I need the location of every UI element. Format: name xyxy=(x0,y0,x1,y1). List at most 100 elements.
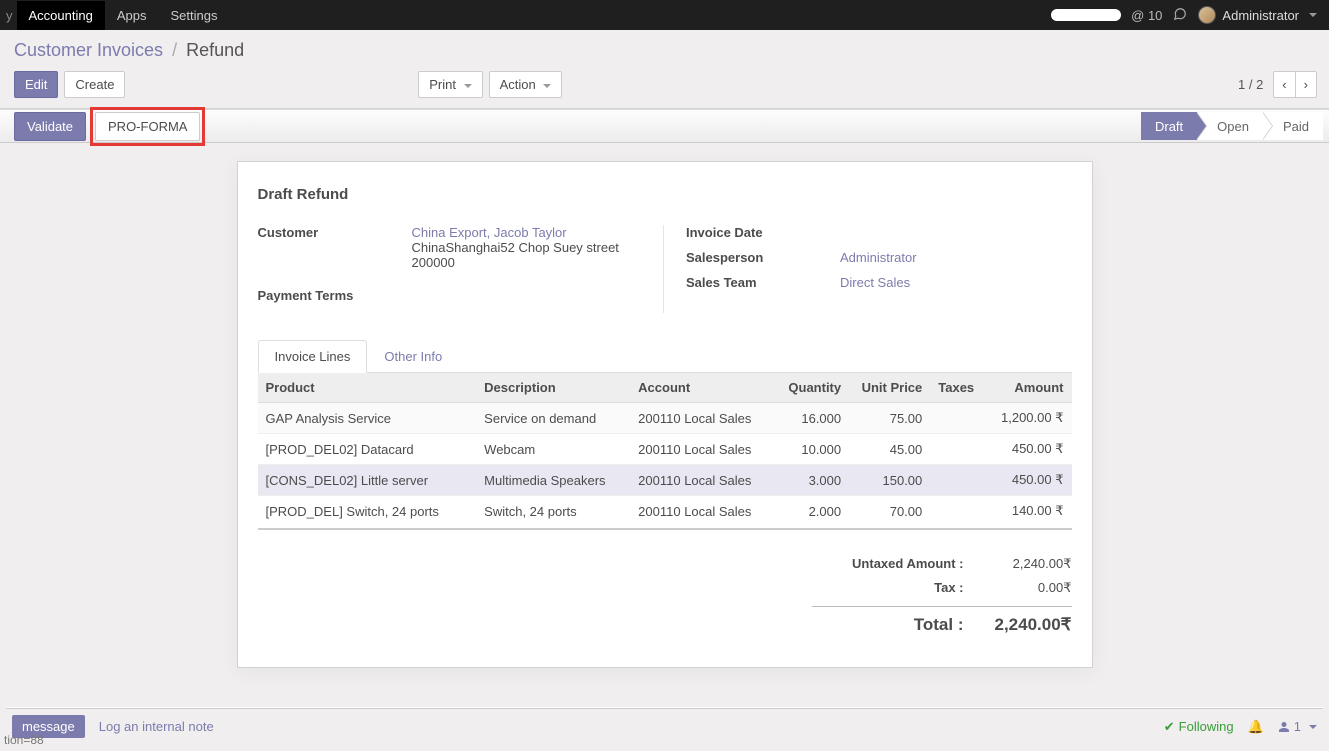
table-row[interactable]: GAP Analysis ServiceService on demand200… xyxy=(258,403,1072,434)
customer-link[interactable]: China Export, Jacob Taylor xyxy=(412,225,644,240)
breadcrumb-current: Refund xyxy=(186,40,244,60)
main-menu: Accounting Apps Settings xyxy=(17,1,230,30)
cell-account: 200110 Local Sales xyxy=(630,465,776,496)
cell-amount: 450.00 ₹ xyxy=(982,465,1071,496)
cell-quantity: 3.000 xyxy=(776,465,849,496)
create-button[interactable]: Create xyxy=(64,71,125,98)
label-sales-team: Sales Team xyxy=(686,275,840,290)
page-title: Draft Refund xyxy=(258,186,1072,203)
status-arrows: Draft Open Paid xyxy=(1141,112,1323,140)
control-panel: Customer Invoices / Refund Edit Create P… xyxy=(0,30,1329,109)
cell-account: 200110 Local Sales xyxy=(630,434,776,465)
th-taxes[interactable]: Taxes xyxy=(930,373,982,403)
nav-progress-pill xyxy=(1051,9,1121,21)
form-sheet-container: Draft Refund Customer China Export, Jaco… xyxy=(0,143,1329,708)
tab-other-info[interactable]: Other Info xyxy=(367,340,459,373)
label-payment-terms: Payment Terms xyxy=(258,288,412,303)
menu-settings[interactable]: Settings xyxy=(158,1,229,30)
cell-account: 200110 Local Sales xyxy=(630,403,776,434)
tabs: Invoice Lines Other Info xyxy=(258,339,1072,373)
cell-description: Switch, 24 ports xyxy=(476,496,630,527)
th-amount[interactable]: Amount xyxy=(982,373,1071,403)
status-bar: Validate PRO-FORMA Draft Open Paid xyxy=(0,109,1329,143)
top-navbar: y Accounting Apps Settings @ 10 Administ… xyxy=(0,0,1329,30)
status-bar-text: tion=88 xyxy=(4,733,44,747)
cell-product: [PROD_DEL] Switch, 24 ports xyxy=(258,496,477,527)
breadcrumb: Customer Invoices / Refund xyxy=(14,40,244,61)
cell-quantity: 10.000 xyxy=(776,434,849,465)
cell-unit_price: 150.00 xyxy=(849,465,930,496)
proforma-button[interactable]: PRO-FORMA xyxy=(95,112,200,141)
label-customer: Customer xyxy=(258,225,412,270)
action-button[interactable]: Action xyxy=(489,71,563,98)
edit-button[interactable]: Edit xyxy=(14,71,58,98)
salesperson-link[interactable]: Administrator xyxy=(840,250,917,265)
th-quantity[interactable]: Quantity xyxy=(776,373,849,403)
avatar-icon xyxy=(1198,6,1216,24)
cell-quantity: 16.000 xyxy=(776,403,849,434)
invoice-lines-table: Product Description Account Quantity Uni… xyxy=(258,373,1072,526)
caret-down-icon xyxy=(1309,13,1317,17)
mail-counter[interactable]: @ 10 xyxy=(1131,8,1162,23)
status-draft[interactable]: Draft xyxy=(1141,112,1197,140)
cell-product: [CONS_DEL02] Little server xyxy=(258,465,477,496)
pager-next-button[interactable]: › xyxy=(1295,71,1317,98)
label-tax: Tax : xyxy=(812,580,982,596)
app-switcher-edge: y xyxy=(6,8,13,23)
th-unit-price[interactable]: Unit Price xyxy=(849,373,930,403)
cell-account: 200110 Local Sales xyxy=(630,496,776,527)
chat-icon[interactable] xyxy=(1172,7,1188,24)
table-row[interactable]: [PROD_DEL02] DatacardWebcam200110 Local … xyxy=(258,434,1072,465)
value-invoice-date xyxy=(840,225,1072,240)
label-invoice-date: Invoice Date xyxy=(686,225,840,240)
cell-taxes xyxy=(930,403,982,434)
cell-product: GAP Analysis Service xyxy=(258,403,477,434)
customer-address-l2: 200000 xyxy=(412,255,644,270)
cell-product: [PROD_DEL02] Datacard xyxy=(258,434,477,465)
cell-unit_price: 75.00 xyxy=(849,403,930,434)
th-product[interactable]: Product xyxy=(258,373,477,403)
cell-taxes xyxy=(930,496,982,527)
log-note-button[interactable]: Log an internal note xyxy=(99,719,214,734)
breadcrumb-parent[interactable]: Customer Invoices xyxy=(14,40,163,60)
cell-amount: 450.00 ₹ xyxy=(982,434,1071,465)
label-total: Total : xyxy=(812,615,982,635)
value-payment-terms xyxy=(412,288,644,303)
user-menu[interactable]: Administrator xyxy=(1198,6,1317,24)
sales-team-link[interactable]: Direct Sales xyxy=(840,275,910,290)
tab-invoice-lines[interactable]: Invoice Lines xyxy=(258,340,368,373)
cell-taxes xyxy=(930,465,982,496)
pager-prev-button[interactable]: ‹ xyxy=(1273,71,1294,98)
form-sheet: Draft Refund Customer China Export, Jaco… xyxy=(237,161,1093,668)
cell-taxes xyxy=(930,434,982,465)
menu-apps[interactable]: Apps xyxy=(105,1,159,30)
value-total: 2,240.00₹ xyxy=(982,615,1072,635)
pager-count: 1 / 2 xyxy=(1238,77,1263,92)
following-button[interactable]: ✔Following xyxy=(1164,719,1234,735)
print-button[interactable]: Print xyxy=(418,71,482,98)
label-untaxed: Untaxed Amount : xyxy=(812,556,982,572)
label-salesperson: Salesperson xyxy=(686,250,840,265)
cell-unit_price: 45.00 xyxy=(849,434,930,465)
breadcrumb-sep: / xyxy=(172,40,177,60)
menu-accounting[interactable]: Accounting xyxy=(17,1,105,30)
cell-quantity: 2.000 xyxy=(776,496,849,527)
th-description[interactable]: Description xyxy=(476,373,630,403)
cell-description: Webcam xyxy=(476,434,630,465)
caret-down-icon xyxy=(1309,725,1317,729)
validate-button[interactable]: Validate xyxy=(14,112,86,141)
value-tax: 0.00₹ xyxy=(982,580,1072,596)
caret-down-icon xyxy=(543,84,551,88)
table-row[interactable]: [PROD_DEL] Switch, 24 portsSwitch, 24 po… xyxy=(258,496,1072,527)
bell-icon[interactable]: 🔔 xyxy=(1248,719,1264,735)
table-row[interactable]: [CONS_DEL02] Little serverMultimedia Spe… xyxy=(258,465,1072,496)
cell-amount: 140.00 ₹ xyxy=(982,496,1071,527)
followers-button[interactable]: 1 xyxy=(1278,719,1317,734)
user-name-label: Administrator xyxy=(1222,8,1299,23)
cell-description: Multimedia Speakers xyxy=(476,465,630,496)
cell-unit_price: 70.00 xyxy=(849,496,930,527)
value-untaxed: 2,240.00₹ xyxy=(982,556,1072,572)
totals-block: Untaxed Amount : 2,240.00₹ Tax : 0.00₹ T… xyxy=(812,552,1072,639)
cell-amount: 1,200.00 ₹ xyxy=(982,403,1071,434)
th-account[interactable]: Account xyxy=(630,373,776,403)
